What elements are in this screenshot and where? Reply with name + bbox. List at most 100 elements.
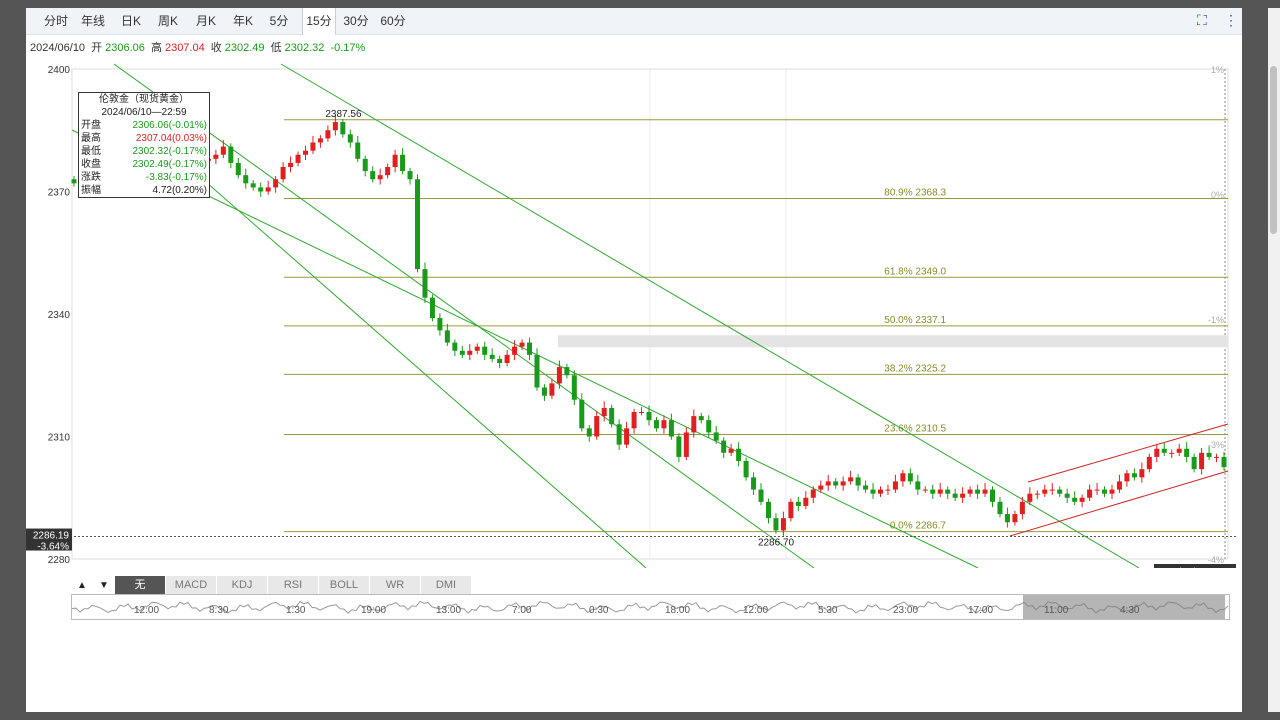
candle-body xyxy=(1012,514,1018,523)
candle-body xyxy=(288,162,294,167)
candle-body xyxy=(302,150,308,155)
candle-body xyxy=(1116,481,1122,490)
candle-body xyxy=(1176,448,1182,453)
candle-body xyxy=(392,154,398,167)
candle-body xyxy=(721,440,727,453)
channel-line xyxy=(113,63,815,568)
candle-body xyxy=(355,142,361,159)
candle-body xyxy=(295,154,301,163)
candle-body xyxy=(1102,489,1108,494)
tooltip-row-value: -3.83(-0.17%) xyxy=(145,172,207,183)
indicator-tab-4[interactable]: BOLL xyxy=(319,576,370,594)
indicator-tab-6[interactable]: DMI xyxy=(421,576,472,594)
nav-up-arrow-icon[interactable]: ▲ xyxy=(71,580,93,591)
candle-body xyxy=(467,350,473,355)
candle-body xyxy=(437,318,443,331)
candle-body xyxy=(1049,489,1055,491)
candle-body xyxy=(653,420,659,429)
highlight-band xyxy=(558,335,1228,348)
candle-body xyxy=(661,420,667,429)
candle-body xyxy=(273,179,279,188)
nav-down-arrow-icon[interactable]: ▼ xyxy=(93,580,115,591)
candle-body xyxy=(609,407,615,425)
candle-body xyxy=(1064,493,1070,498)
candle-body xyxy=(855,477,861,486)
candle-body xyxy=(863,485,869,490)
candle-body xyxy=(736,448,742,461)
navigator-time-label: 5:30 xyxy=(818,605,838,616)
tooltip-row: 涨跌 -3.83(-0.17%) xyxy=(79,171,209,184)
y-tick-label: 2280 xyxy=(48,555,71,566)
tooltip-row-label: 涨跌 xyxy=(81,172,101,183)
candle-body xyxy=(556,367,562,384)
navigator-time-label: 19:00 xyxy=(361,605,387,616)
candle-body xyxy=(952,493,958,498)
page-scrollbar-thumb[interactable] xyxy=(1270,66,1277,234)
candle-body xyxy=(601,407,607,417)
y-tick-label: 2370 xyxy=(48,188,71,199)
navigator-time-label: 23:00 xyxy=(893,605,919,616)
y-tick-label: 2400 xyxy=(48,65,71,76)
candle-body xyxy=(340,122,346,135)
fib-label: 61.8% 2349.0 xyxy=(884,266,946,277)
candle-body xyxy=(541,387,547,396)
candle-body xyxy=(967,489,973,494)
candle-body xyxy=(228,146,234,163)
tooltip-row: 最高 2307.04(0.03%) xyxy=(79,132,209,145)
fib-label: 38.2% 2325.2 xyxy=(884,363,946,374)
candle-body xyxy=(258,187,264,192)
candle-body xyxy=(616,424,622,445)
indicator-tab-3[interactable]: RSI xyxy=(268,576,319,594)
navigator-time-label: 8:30 xyxy=(209,605,229,616)
candle-body xyxy=(1087,489,1093,498)
chart-panel: 分时 年线 日K 周K 月K 年K 5分 15分 30分 60分 ⛶ ⋮ 2024/06/10 开… xyxy=(26,8,1242,712)
candle-body xyxy=(1042,489,1048,494)
candle-body xyxy=(1034,493,1040,495)
candle-body xyxy=(900,473,906,482)
indicator-tab-1[interactable]: MACD xyxy=(166,576,217,594)
candle-body xyxy=(810,489,816,498)
candle-body xyxy=(1169,452,1175,454)
tooltip-row-label: 最低 xyxy=(81,146,101,157)
candle-body xyxy=(706,420,712,433)
crosshair-value: 2286.19 xyxy=(33,531,70,542)
candle-body xyxy=(751,477,757,490)
indicator-tab-0[interactable]: 无 xyxy=(115,576,166,594)
candle-body xyxy=(1206,452,1212,457)
candle-body xyxy=(497,358,503,363)
candle-body xyxy=(1199,452,1205,470)
candle-body xyxy=(1139,469,1145,478)
candle-body xyxy=(713,432,719,441)
tooltip-title: 伦敦金（现货黄金） xyxy=(99,94,189,105)
navigator-time-label: 12:00 xyxy=(743,605,769,616)
candle-body xyxy=(930,489,936,494)
candle-body xyxy=(937,489,943,494)
navigator-time-label: 11:00 xyxy=(1044,605,1069,616)
candle-body xyxy=(1221,456,1227,468)
candle-body xyxy=(549,383,555,396)
candle-body xyxy=(870,489,876,494)
indicator-tab-5[interactable]: WR xyxy=(370,576,421,594)
candle-body xyxy=(265,187,271,192)
candle-body xyxy=(624,428,630,445)
candle-body xyxy=(780,518,786,531)
time-navigator[interactable]: 12:00 8:30 1:30 19:00 13:00 7:00 0:30 18:00 12:0… xyxy=(71,594,1230,620)
candle-body xyxy=(347,134,353,143)
candle-body xyxy=(527,342,533,355)
candle-body xyxy=(1214,456,1220,458)
candle-body xyxy=(1146,456,1152,470)
ohlc-tooltip: 伦敦金（现货黄金） 2024/06/10—22:59 开盘 2306.06(-0.… xyxy=(78,92,210,198)
tooltip-row-label: 收盘 xyxy=(81,159,101,170)
candle-body xyxy=(788,501,794,519)
candle-body xyxy=(325,130,331,139)
candle-body xyxy=(71,179,77,184)
candle-body xyxy=(818,485,824,490)
candle-body xyxy=(1161,448,1167,453)
indicator-tab-2[interactable]: KDJ xyxy=(217,576,268,594)
candle-body xyxy=(534,354,540,388)
indicator-tab-bar: ▲ ▼ 无 MACD KDJ RSI BOLL WR DMI xyxy=(71,576,472,594)
fib-label: 50.0% 2337.1 xyxy=(884,315,946,326)
candle-body xyxy=(1191,456,1197,470)
candle-body xyxy=(975,489,981,494)
tooltip-row-value: 4.72(0.20%) xyxy=(152,185,207,196)
